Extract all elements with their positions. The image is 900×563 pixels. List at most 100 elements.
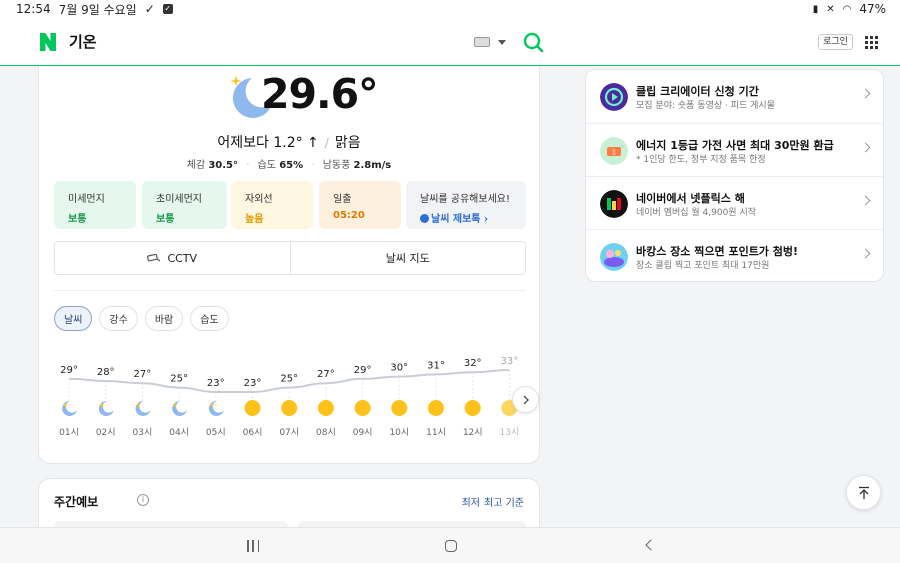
tile-value: 높음: [245, 214, 264, 225]
hour-label: 09시: [353, 427, 373, 438]
scroll-top-button[interactable]: [846, 475, 881, 510]
cctv-button[interactable]: CCTV: [55, 242, 290, 274]
hour-temp-label: 31°: [427, 360, 445, 371]
promo-item[interactable]: 네이버에서 넷플릭스 해 네이버 멤버십 월 4,900원 시작: [586, 176, 883, 229]
battery-saver-icon: ▮: [812, 3, 819, 15]
mute-icon: ✕: [826, 3, 835, 15]
hour-label: 02시: [96, 427, 116, 438]
keyboard-icon[interactable]: [474, 37, 490, 47]
hour-temp-label: 23°: [207, 378, 225, 389]
hour-temp-label: 28°: [97, 367, 115, 378]
hour-temp-label: 25°: [170, 374, 188, 385]
promo-subtitle: 네이버 멤버십 월 4,900원 시작: [636, 208, 757, 218]
naver-logo-icon[interactable]: [37, 31, 59, 53]
hour-temp-label: 30°: [390, 363, 408, 374]
promo-item[interactable]: 클립 크리에이터 신청 기간 모집 분야: 숏폼 동영상 · 피드 게시물: [586, 70, 883, 123]
system-nav-bar: [0, 527, 900, 563]
moon-icon: [172, 400, 188, 416]
sun-icon: [281, 400, 298, 416]
login-button[interactable]: 로그인: [818, 34, 853, 50]
promo-subtitle: 모집 분야: 숏폼 동영상 · 피드 게시물: [636, 101, 775, 111]
weekly-sort-option[interactable]: 최저 최고 기준: [462, 494, 524, 509]
hour-label: 07시: [279, 427, 299, 438]
hour-temp-label: 29°: [354, 365, 372, 376]
back-icon[interactable]: [645, 539, 657, 551]
hour-label: 12시: [463, 427, 483, 438]
chart-tabs: 날씨 강수 바람 습도: [54, 306, 229, 331]
moon-icon: [135, 400, 151, 416]
sun-icon: [317, 400, 334, 416]
battery-level: 47%: [859, 2, 886, 16]
hour-label: 01시: [59, 427, 79, 438]
next-hours-button[interactable]: [512, 386, 539, 413]
hour-label: 03시: [133, 427, 153, 438]
hour-temp-label: 25°: [280, 374, 298, 385]
search-icon[interactable]: [522, 31, 544, 53]
promo-subtitle: 장소 클립 찍고 포인트 최대 17만원: [636, 261, 770, 271]
weekly-title: 주간예보: [54, 495, 99, 509]
sort-high-label: 최고 기준: [484, 498, 524, 509]
promo-title: 바캉스 장소 찍으면 포인트가 첨벙!: [636, 245, 799, 258]
sun-icon: [428, 400, 444, 416]
moon-icon: [98, 400, 114, 416]
hour-label: 10시: [389, 427, 409, 438]
weather-map-button[interactable]: 날씨 지도: [289, 242, 526, 274]
humidity-label: 습도: [257, 160, 276, 171]
tab-wind[interactable]: 바람: [144, 306, 184, 331]
weather-report-link[interactable]: 날씨 제보톡 ›: [420, 210, 526, 225]
promo-item[interactable]: 1 에너지 1등급 가전 사면 최대 30만원 환급 * 1인당 한도, 정부 …: [586, 123, 883, 176]
page-title: 기온: [69, 33, 97, 51]
tab-weather[interactable]: 날씨: [54, 306, 93, 331]
hourly-chart: 29° 01시 28° 02시 27° 03시 25° 04시 23° 05시 23° 06시 25° 0…: [59, 356, 519, 438]
tile-label: 자외선: [245, 194, 273, 205]
tile-label: 초미세먼지: [156, 194, 202, 205]
tile-fine-dust[interactable]: 미세먼지 보통: [54, 181, 136, 229]
promo-title: 클립 크리에이터 신청 기간: [636, 85, 759, 98]
tile-value: 보통: [68, 214, 87, 225]
apps-grid-icon[interactable]: [865, 36, 878, 49]
tile-value: 보통: [156, 214, 175, 225]
status-time: 12:54: [16, 2, 51, 16]
vacation-icon: [600, 243, 628, 271]
hour-temp-label: 29°: [60, 365, 78, 376]
status-bar: 12:54 7월 9일 수요일 ✓ ✓ ▮ ✕ ◠ 47%: [0, 0, 900, 18]
tile-sunrise[interactable]: 일출 05:20: [319, 181, 401, 229]
tile-value: 05:20: [333, 210, 365, 221]
tab-precipitation[interactable]: 강수: [99, 306, 138, 331]
hour-temp-label: 27°: [134, 369, 152, 380]
hour-temp-label: 32°: [464, 358, 482, 369]
home-icon[interactable]: [445, 540, 457, 552]
hour-label: 08시: [316, 427, 336, 438]
chevron-right-icon: [523, 395, 529, 404]
weather-map-label: 날씨 지도: [385, 252, 430, 265]
chevron-down-icon[interactable]: [498, 40, 506, 45]
chevron-right-icon: [860, 142, 871, 153]
status-date: 7월 9일 수요일: [58, 2, 137, 17]
promo-title: 에너지 1등급 가전 사면 최대 30만원 환급: [636, 139, 834, 152]
moon-icon: [208, 400, 224, 416]
info-icon[interactable]: i: [137, 494, 149, 506]
temperature-compare: 어제보다 1.2° ↑ / 맑음: [217, 135, 361, 151]
sort-low-label: 최저: [461, 498, 481, 509]
tile-weather-report[interactable]: 날씨를 공유해보세요! 날씨 제보톡 ›: [406, 181, 526, 229]
promo-subtitle: * 1인당 한도, 정부 지정 품목 한정: [636, 155, 766, 165]
hour-temp-label: 33°: [501, 356, 519, 367]
recent-apps-icon[interactable]: [247, 540, 259, 552]
netflix-icon: [600, 190, 628, 218]
sun-icon: [354, 400, 371, 416]
check-icon: ✓: [144, 2, 155, 16]
sun-icon: [391, 400, 408, 416]
tile-ultrafine-dust[interactable]: 초미세먼지 보통: [142, 181, 227, 229]
tile-label: 일출: [333, 194, 352, 205]
promo-item[interactable]: 바캉스 장소 찍으면 포인트가 첨벙! 장소 클립 찍고 포인트 최대 17만원: [586, 229, 883, 282]
tile-uv[interactable]: 자외선 높음: [231, 181, 313, 229]
feels-value: 30.5°: [208, 160, 239, 171]
tab-humidity[interactable]: 습도: [190, 306, 229, 331]
current-temperature: 29.6°: [261, 70, 379, 118]
wind-label: 남동풍: [322, 160, 351, 171]
divider: [54, 290, 526, 291]
energy-icon: 1: [600, 137, 628, 165]
cctv-icon: [147, 253, 161, 262]
moon-icon: [62, 400, 77, 416]
air-quality-tiles: 미세먼지 보통 초미세먼지 보통 자외선 높음 일출 05:20 날씨를 공유해…: [54, 181, 526, 229]
